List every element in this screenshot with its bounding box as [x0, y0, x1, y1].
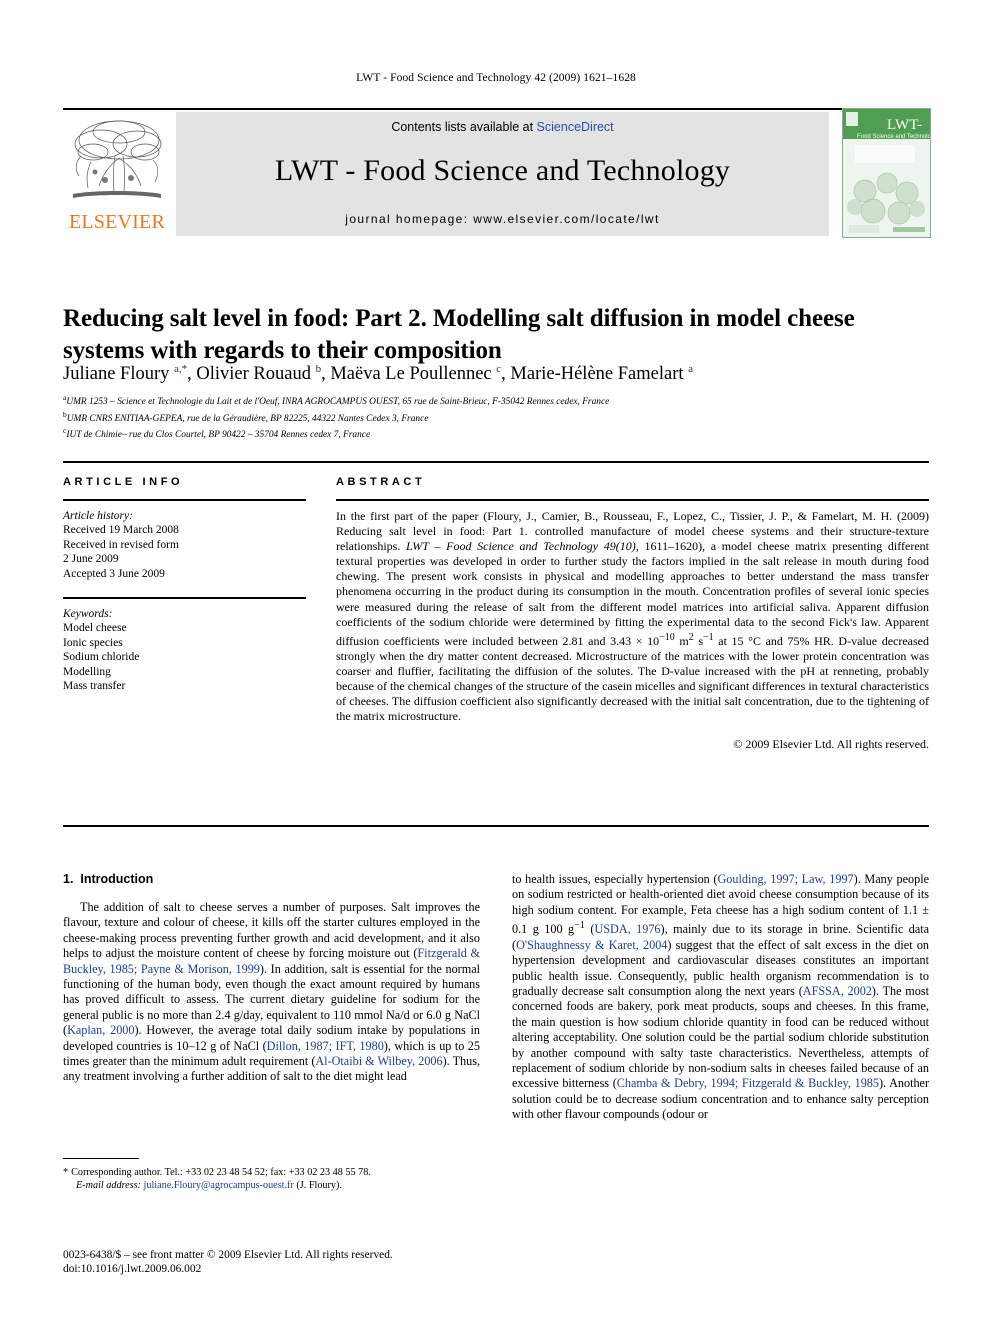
affiliation-item: bUMR CNRS ENITIAA-GEPEA, rue de la Gérau…	[63, 409, 429, 424]
contents-prefix-text: Contents lists available at	[391, 120, 537, 134]
info-frame-top-rule	[63, 461, 929, 463]
keyword-item: Ionic species	[63, 636, 123, 649]
footnote-rule	[63, 1158, 139, 1159]
abstract-part-2: , 1611–1620), a model cheese matrix pres…	[336, 539, 930, 648]
footnote-contact-text: Corresponding author. Tel.: +33 02 23 48…	[71, 1167, 371, 1178]
article-history-item: 2 June 2009	[63, 553, 119, 566]
contents-available-line: Contents lists available at ScienceDirec…	[176, 120, 829, 134]
journal-article-page: LWT - Food Science and Technology 42 (20…	[0, 0, 992, 1323]
corresponding-author-footnote: * Corresponding author. Tel.: +33 02 23 4…	[63, 1166, 480, 1193]
keyword-item: Model cheese	[63, 622, 127, 635]
abstract-exponent-3: −1	[703, 631, 714, 643]
elsevier-logo: ELSEVIER	[63, 112, 171, 236]
email-link[interactable]: juliane.Floury@agrocampus-ouest.fr	[144, 1180, 294, 1191]
affiliation-item: cIUT de Chimie– rue du Clos Courtel, BP …	[63, 426, 371, 441]
article-info-rule	[63, 499, 306, 501]
keywords-rule	[63, 597, 306, 600]
citation-link[interactable]: Goulding, 1997; Law, 1997	[718, 872, 854, 886]
section-number: 1.	[63, 872, 74, 886]
journal-cover-thumbnail: LWT- Food Science and Technology	[842, 108, 931, 238]
citation-link[interactable]: USDA, 1976	[594, 922, 660, 936]
abstract-rule	[336, 499, 929, 501]
colophon-doi: doi:10.1016/j.lwt.2009.06.002	[63, 1263, 202, 1275]
introduction-heading: 1. Introduction	[63, 872, 480, 886]
body-left-column: 1. Introduction The addition of salt to …	[63, 872, 480, 1085]
journal-homepage-link[interactable]: journal homepage: www.elsevier.com/locat…	[176, 212, 829, 226]
keyword-item: Sodium chloride	[63, 651, 140, 664]
citation-link[interactable]: O'Shaughnessy & Karet, 2004	[516, 938, 667, 952]
intro-right-exponent: −1	[574, 920, 585, 932]
abstract-copyright: © 2009 Elsevier Ltd. All rights reserved…	[733, 737, 929, 752]
intro-right-text-1: to health issues, especially hypertensio…	[512, 872, 718, 886]
author-list: Juliane Floury a,*, Olivier Rouaud b, Ma…	[63, 363, 694, 385]
introduction-paragraph-right: to health issues, especially hypertensio…	[512, 872, 929, 1123]
article-history-item: Received in revised form	[63, 538, 179, 551]
abstract-part-4: s	[693, 633, 704, 648]
section-title-text: Introduction	[80, 872, 154, 886]
abstract-journal-citation: LWT – Food Science and Technology 49(10)	[406, 539, 636, 554]
journal-masthead: ELSEVIER Contents lists available at Sci…	[63, 108, 931, 238]
colophon: 0023-6438/$ – see front matter © 2009 El…	[63, 1248, 563, 1276]
keyword-item: Mass transfer	[63, 680, 126, 693]
article-history-label: Article history:	[63, 510, 133, 522]
svg-text:LWT-: LWT-	[887, 117, 922, 133]
article-history-block: Article history: Received 19 March 2008 …	[63, 509, 306, 581]
masthead-center-panel: Contents lists available at ScienceDirec…	[176, 112, 829, 236]
sciencedirect-link[interactable]: ScienceDirect	[537, 120, 614, 134]
intro-right-text-6: ). The most concerned foods are bakery, …	[512, 983, 929, 1091]
citation-link[interactable]: AFSSA, 2002	[803, 984, 872, 998]
affiliation-list: aUMR 1253 – Science et Technologie du La…	[63, 392, 929, 442]
abstract-text: In the first part of the paper (Floury, …	[336, 509, 929, 724]
footnote-line-2: E-mail address: juliane.Floury@agrocampu…	[63, 1179, 480, 1192]
article-info-column: ARTICLE INFO Article history: Received 1…	[63, 476, 306, 693]
elsevier-wordmark: ELSEVIER	[68, 211, 166, 233]
running-head: LWT - Food Science and Technology 42 (20…	[356, 72, 636, 84]
journal-cover-artwork: LWT- Food Science and Technology	[843, 109, 930, 237]
keywords-block: Keywords: Model cheese Ionic species Sod…	[63, 607, 306, 693]
info-frame-bottom-rule	[63, 825, 929, 827]
email-address-label: E-mail address:	[76, 1180, 141, 1192]
email-attribution: (J. Floury).	[296, 1180, 342, 1192]
masthead-top-rule	[63, 108, 929, 110]
article-history-item: Received 19 March 2008	[63, 524, 179, 537]
abstract-exponent-1: −10	[659, 631, 675, 643]
footnote-asterisk: *	[63, 1167, 69, 1178]
citation-link[interactable]: Chamba & Debry, 1994; Fitzgerald & Buckl…	[617, 1076, 879, 1090]
body-right-column: to health issues, especially hypertensio…	[512, 872, 929, 1123]
affiliation-item: aUMR 1253 – Science et Technologie du La…	[63, 393, 610, 408]
article-info-heading: ARTICLE INFO	[63, 476, 184, 488]
abstract-heading: ABSTRACT	[336, 476, 426, 488]
svg-text:Food Science and Technology: Food Science and Technology	[857, 134, 930, 140]
citation-link[interactable]: Al-Otaibi & Wilbey, 2006	[315, 1054, 442, 1068]
footnote-line-1: * Corresponding author. Tel.: +33 02 23 4…	[63, 1166, 480, 1179]
abstract-column: ABSTRACT In the first part of the paper …	[336, 476, 929, 752]
keyword-item: Modelling	[63, 665, 111, 678]
colophon-front-matter: 0023-6438/$ – see front matter © 2009 El…	[63, 1249, 393, 1261]
introduction-paragraph-left: The addition of salt to cheese serves a …	[63, 900, 480, 1085]
citation-link[interactable]: Dillon, 1987; IFT, 1980	[267, 1039, 384, 1053]
article-history-item: Accepted 3 June 2009	[63, 567, 165, 580]
abstract-part-3: m	[674, 633, 689, 648]
citation-link[interactable]: Kaplan, 2000	[67, 1023, 134, 1037]
elsevier-tree-icon	[73, 120, 162, 198]
keywords-label: Keywords:	[63, 608, 113, 621]
journal-title: LWT - Food Science and Technology	[274, 154, 731, 187]
